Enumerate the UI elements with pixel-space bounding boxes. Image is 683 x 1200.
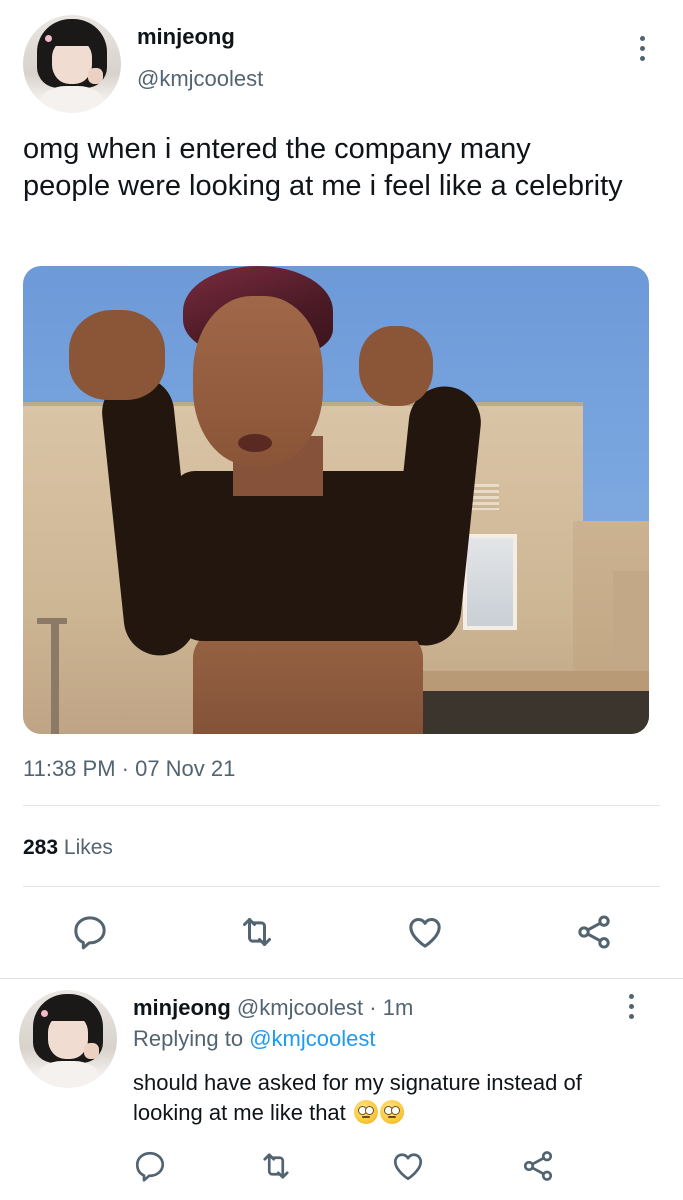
divider <box>23 805 660 806</box>
more-vertical-icon[interactable] <box>627 994 635 1019</box>
reply-time-separator: · <box>369 995 377 1020</box>
replying-to-prefix: Replying to <box>133 1026 244 1051</box>
share-icon[interactable] <box>574 912 614 952</box>
more-vertical-icon[interactable] <box>638 36 646 61</box>
tweet-timestamp[interactable]: 11:38 PM · 07 Nov 21 <box>23 756 235 782</box>
reply-author-name[interactable]: minjeong <box>133 995 231 1020</box>
likes-count-row[interactable]: 283 Likes <box>23 836 113 860</box>
reply-icon[interactable] <box>70 912 110 952</box>
tweet-text: omg when i entered the company many peop… <box>23 133 623 202</box>
reply-time[interactable]: 1m <box>383 995 414 1020</box>
like-icon[interactable] <box>405 912 445 952</box>
divider <box>0 978 683 979</box>
author-handle[interactable]: @kmjcoolest <box>137 66 263 92</box>
reply-author-handle[interactable]: @kmjcoolest <box>237 995 363 1020</box>
likes-label: Likes <box>63 836 113 859</box>
reply-icon[interactable] <box>132 1148 168 1184</box>
tweet-media-image[interactable] <box>23 266 649 734</box>
reply-header: minjeong @kmjcoolest · 1m <box>133 995 413 1021</box>
divider <box>23 886 660 887</box>
replying-to: Replying to @kmjcoolest <box>133 1026 375 1052</box>
retweet-icon[interactable] <box>258 1148 294 1184</box>
like-icon[interactable] <box>390 1148 426 1184</box>
retweet-icon[interactable] <box>237 912 277 952</box>
reply-avatar[interactable] <box>19 990 117 1088</box>
reply-text-block: should have asked for my signature inste… <box>133 1068 653 1128</box>
avatar[interactable] <box>23 15 121 113</box>
share-icon[interactable] <box>520 1148 556 1184</box>
face-with-rolling-eyes-icon <box>379 1100 404 1124</box>
replying-to-handle[interactable]: @kmjcoolest <box>249 1026 375 1051</box>
author-name[interactable]: minjeong <box>137 24 235 50</box>
face-with-rolling-eyes-icon <box>353 1100 378 1124</box>
likes-count: 283 <box>23 836 59 859</box>
